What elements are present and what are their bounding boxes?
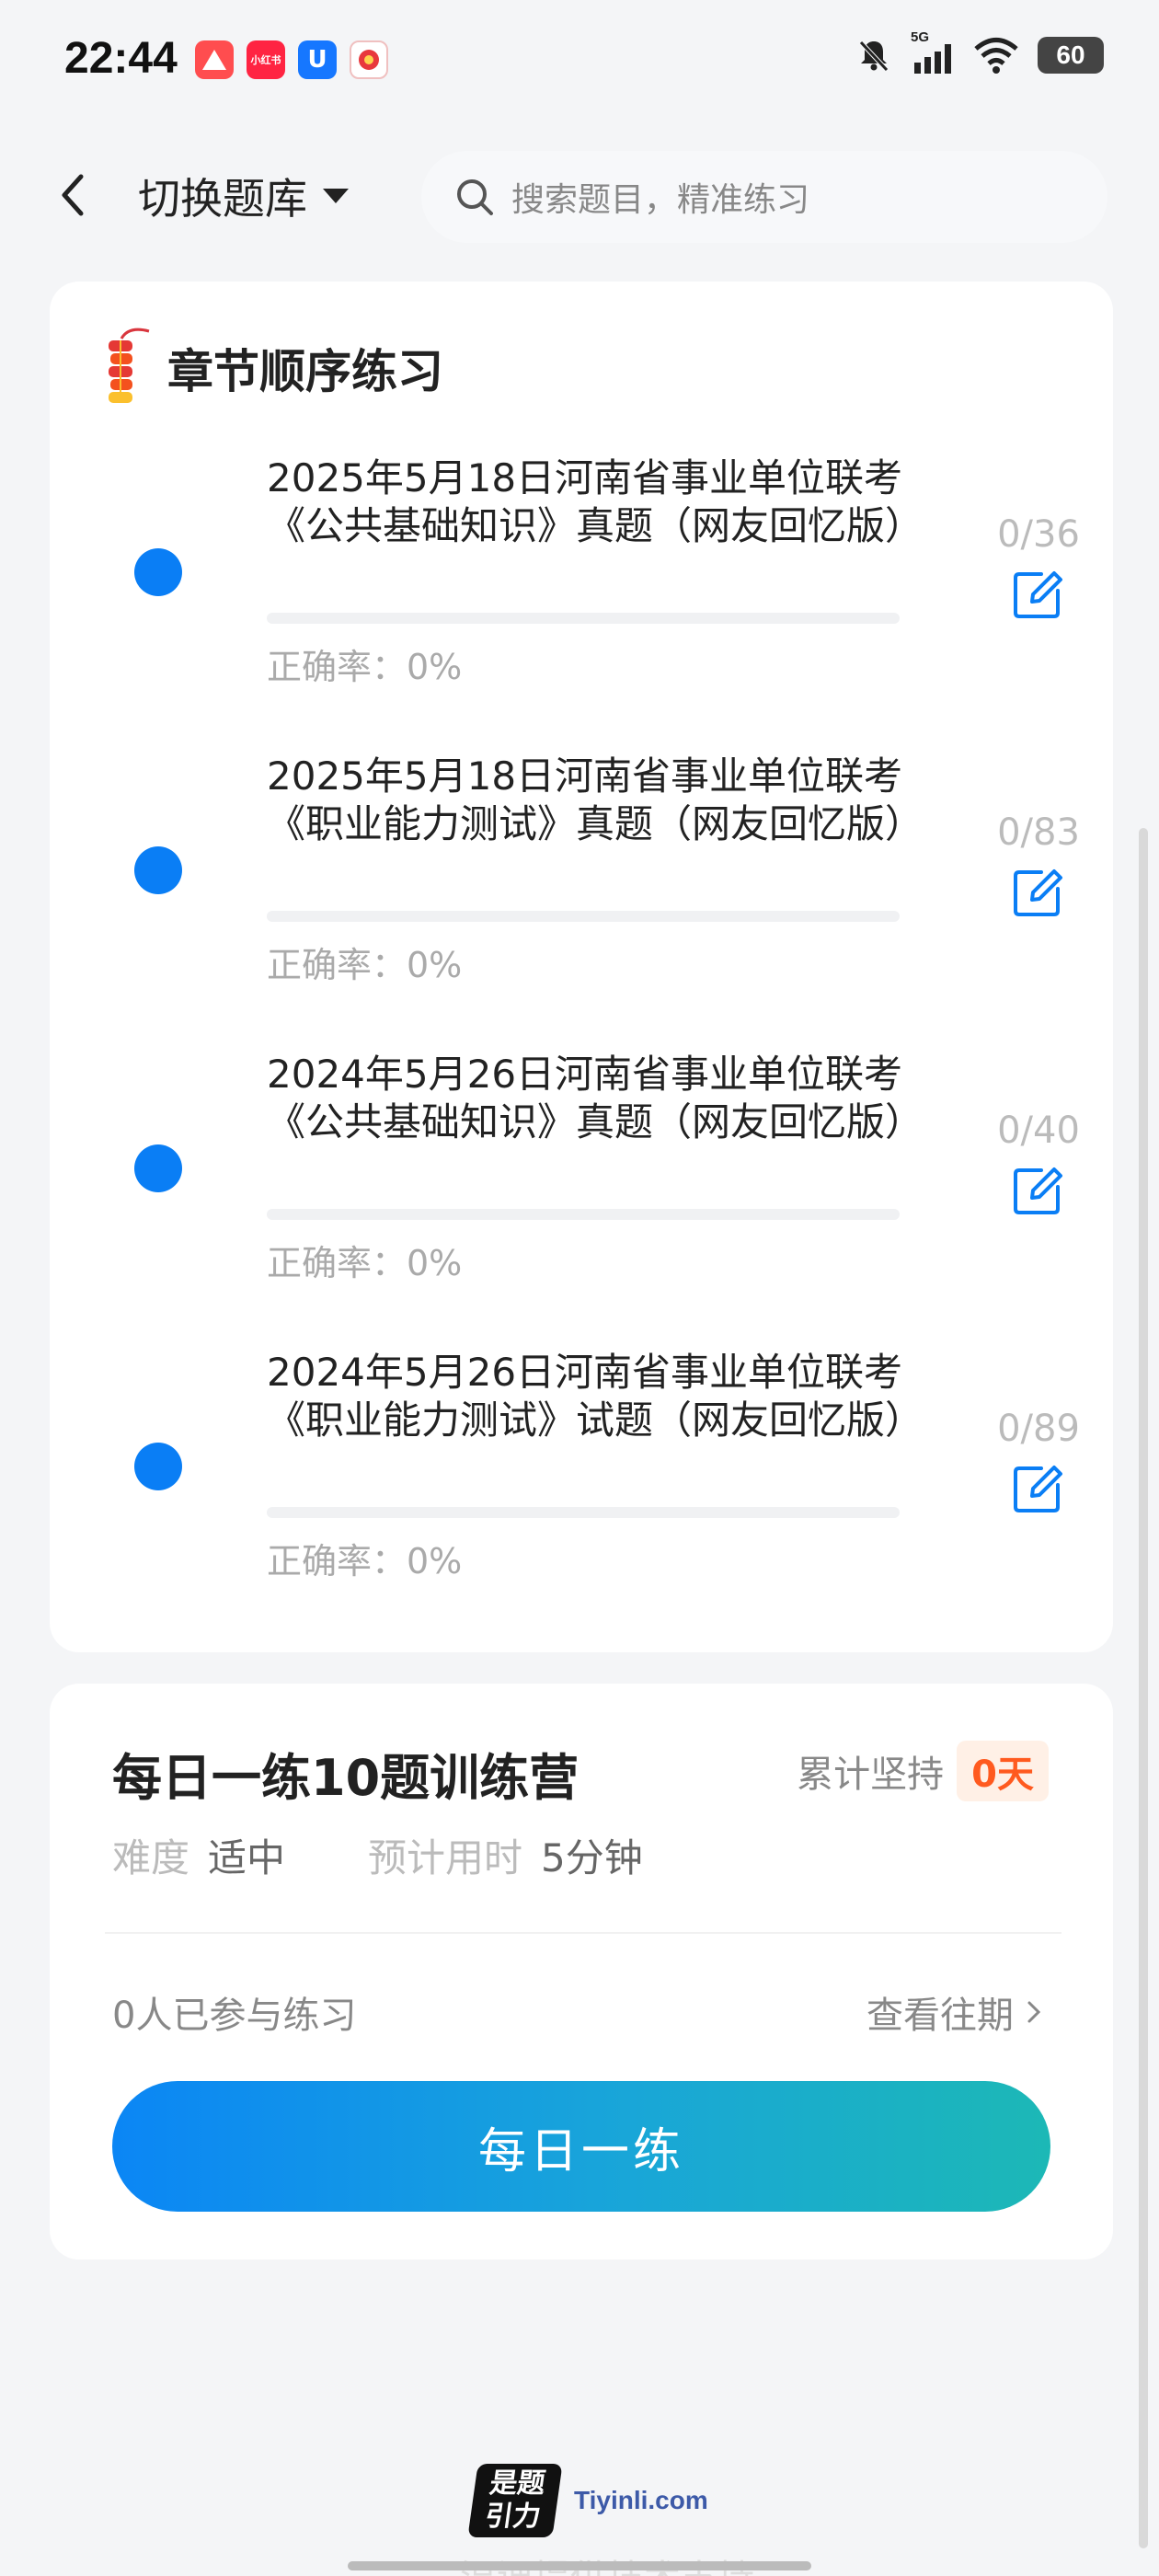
footer-brand: 是题 引力 Tiyinli.com xyxy=(467,2464,708,2537)
chapter-item[interactable]: 2025年5月18日河南省事业单位联考《职业能力测试》真题（网友回忆版） 正确率… xyxy=(50,745,1113,1021)
app-icon-xiaohongshu: 小红书 xyxy=(247,40,285,79)
brand-domain: Tiyinli.com xyxy=(574,2486,708,2514)
switch-bank-dropdown[interactable]: 切换题库 xyxy=(138,166,351,226)
chapter-item[interactable]: 2024年5月26日河南省事业单位联考《职业能力测试》试题（网友回忆版） 正确率… xyxy=(50,1341,1113,1617)
app-icon-3: U xyxy=(298,40,337,79)
chapter-item-title: 2025年5月18日河南省事业单位联考《职业能力测试》真题（网友回忆版） xyxy=(267,753,924,846)
chapter-item-title: 2024年5月26日河南省事业单位联考《职业能力测试》试题（网友回忆版） xyxy=(267,1350,924,1443)
accuracy-text: 正确率：0% xyxy=(267,1243,463,1283)
status-time: 22:44 xyxy=(64,34,178,83)
battery-indicator: 60 xyxy=(1038,37,1104,74)
brand-logo: 是题 引力 xyxy=(467,2464,563,2537)
daily-meta: 难度 适中 预计用时 5分钟 xyxy=(112,1827,643,1883)
divider xyxy=(105,1932,1061,1934)
status-bar: 22:44 小红书 U 5G 60 xyxy=(0,0,1159,125)
chapter-item[interactable]: 2025年5月18日河南省事业单位联考《公共基础知识》真题（网友回忆版） 正确率… xyxy=(50,447,1113,723)
view-history-link[interactable]: 查看往期 xyxy=(866,1985,1043,2039)
question-count: 0/36 xyxy=(997,513,1080,556)
daily-title: 每日一练10题训练营 xyxy=(112,1749,580,1807)
question-count: 0/89 xyxy=(997,1408,1080,1450)
section-header: 章节顺序练习 xyxy=(101,324,443,412)
edit-icon[interactable] xyxy=(1008,1459,1067,1518)
participants-text: 0人已参与练习 xyxy=(112,1995,357,2037)
chapter-item-title: 2024年5月26日河南省事业单位联考《公共基础知识》真题（网友回忆版） xyxy=(267,1052,924,1144)
status-indicators: 5G 60 xyxy=(855,29,1104,75)
progress-bar xyxy=(267,1507,900,1518)
edit-icon[interactable] xyxy=(1008,863,1067,922)
persist-label: 累计坚持 xyxy=(797,1754,945,1796)
home-indicator[interactable] xyxy=(348,2561,811,2570)
app-icon-4 xyxy=(350,40,388,79)
daily-practice-card: 每日一练10题训练营 累计坚持 0天 难度 适中 预计用时 5分钟 0人已参与练… xyxy=(50,1684,1113,2260)
chapter-practice-card: 章节顺序练习 2025年5月18日河南省事业单位联考《公共基础知识》真题（网友回… xyxy=(50,282,1113,1652)
back-button[interactable] xyxy=(48,167,103,223)
search-icon xyxy=(457,179,493,215)
status-app-icons: 小红书 U xyxy=(195,40,388,79)
firecracker-icon xyxy=(109,328,150,403)
progress-bar xyxy=(267,1209,900,1220)
progress-bar xyxy=(267,911,900,922)
persist-badge: 0天 xyxy=(957,1741,1049,1801)
switch-bank-label: 切换题库 xyxy=(138,174,307,224)
app-icon-1 xyxy=(195,40,234,79)
search-input[interactable]: 搜索题目，精准练习 xyxy=(421,151,1107,243)
question-count: 0/40 xyxy=(997,1110,1080,1152)
accuracy-text: 正确率：0% xyxy=(267,1541,463,1581)
wifi-icon xyxy=(974,38,1018,74)
accuracy-text: 正确率：0% xyxy=(267,945,463,985)
mute-bell-icon xyxy=(859,40,889,72)
time-value: 5分钟 xyxy=(541,1835,643,1880)
progress-bar xyxy=(267,613,900,624)
section-title: 章节顺序练习 xyxy=(167,345,443,398)
question-count: 0/83 xyxy=(997,811,1080,854)
status-dot xyxy=(134,548,182,596)
difficulty-value: 适中 xyxy=(208,1835,286,1880)
signal-icon: 5G xyxy=(911,29,955,75)
top-header: 切换题库 搜索题目，精准练习 xyxy=(0,125,1159,272)
chevron-left-icon xyxy=(62,174,84,216)
persist-streak: 累计坚持 0天 xyxy=(797,1741,1049,1801)
edit-icon[interactable] xyxy=(1008,1161,1067,1220)
status-dot xyxy=(134,846,182,894)
caret-down-icon xyxy=(323,189,349,203)
accuracy-text: 正确率：0% xyxy=(267,647,463,687)
view-history-label: 查看往期 xyxy=(866,1995,1014,2037)
chapter-item[interactable]: 2024年5月26日河南省事业单位联考《公共基础知识》真题（网友回忆版） 正确率… xyxy=(50,1043,1113,1319)
status-dot xyxy=(134,1443,182,1490)
daily-practice-button[interactable]: 每日一练 xyxy=(112,2081,1050,2212)
status-dot xyxy=(134,1144,182,1192)
search-placeholder: 搜索题目，精准练习 xyxy=(511,181,810,219)
scrollbar[interactable] xyxy=(1139,828,1148,2548)
chevron-right-icon xyxy=(1027,2001,1041,2023)
difficulty-label: 难度 xyxy=(112,1835,190,1880)
chapter-item-title: 2025年5月18日河南省事业单位联考《公共基础知识》真题（网友回忆版） xyxy=(267,455,924,548)
edit-icon[interactable] xyxy=(1008,565,1067,624)
time-label: 预计用时 xyxy=(368,1835,523,1880)
